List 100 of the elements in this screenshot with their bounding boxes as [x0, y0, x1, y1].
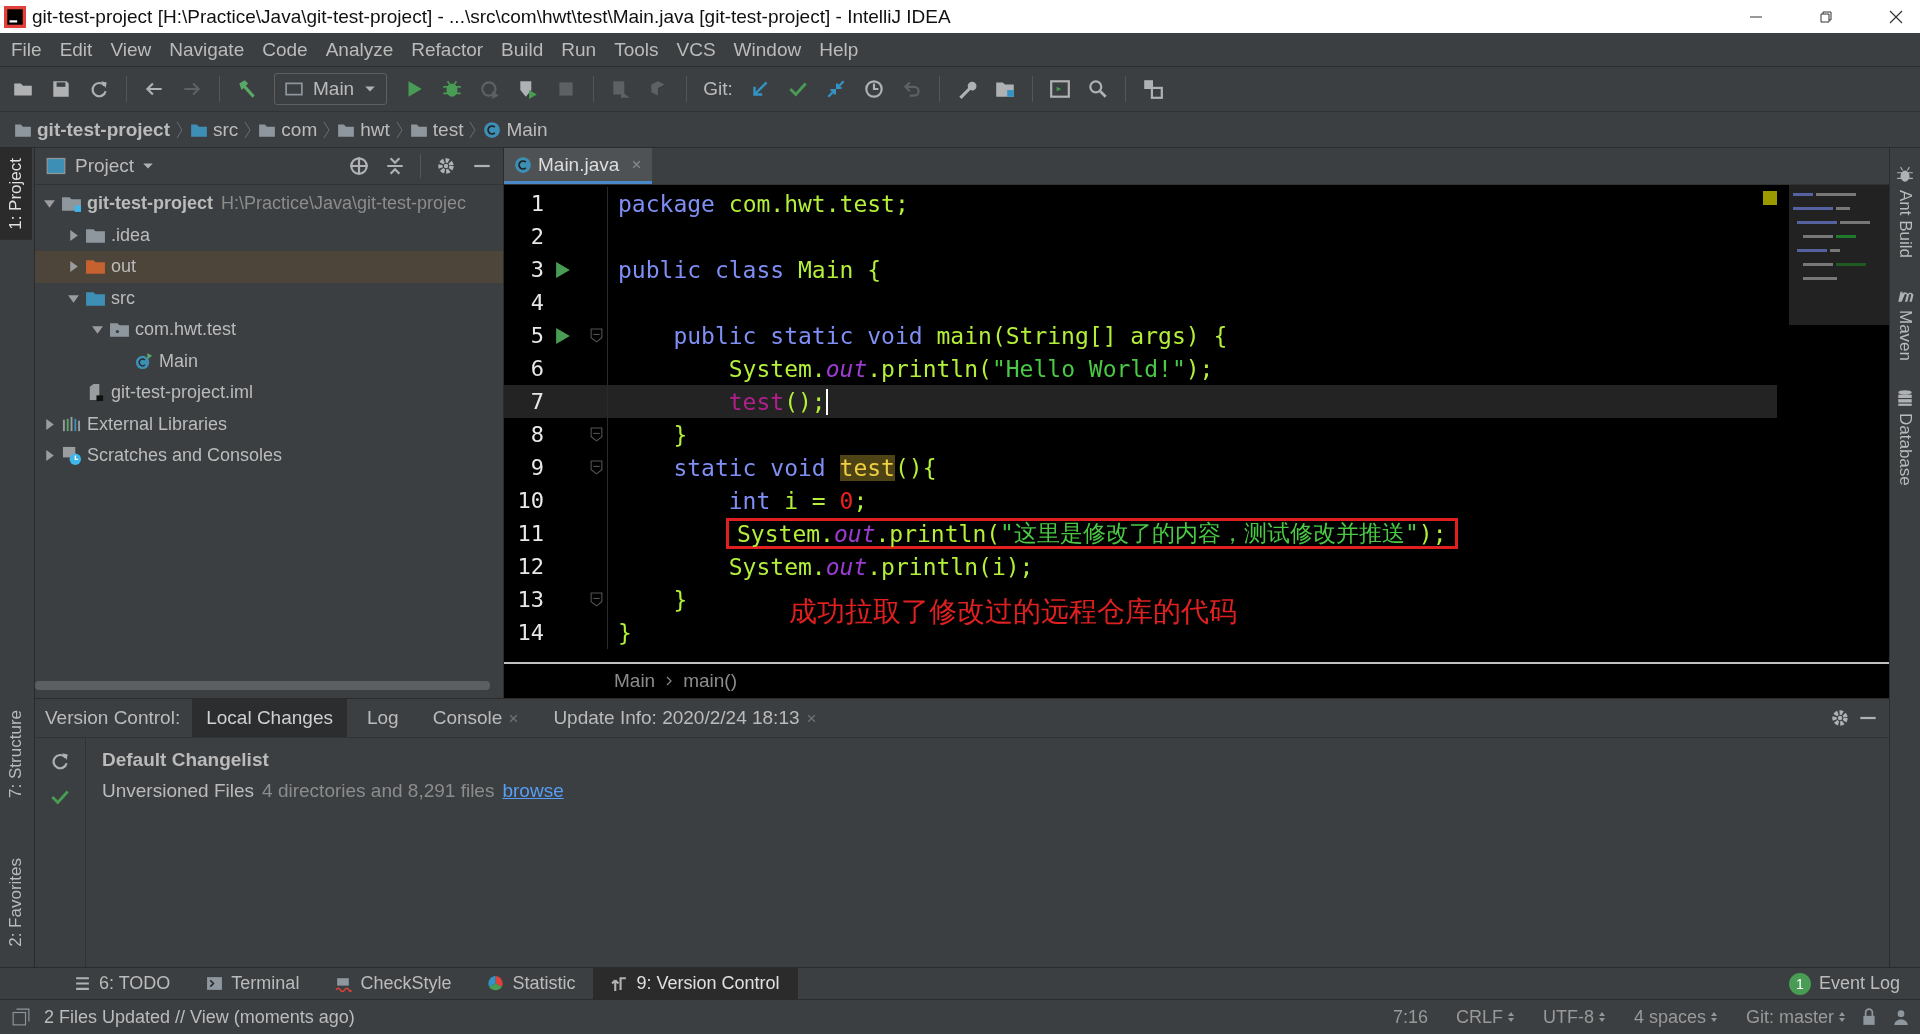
menu-item[interactable]: Build [492, 38, 553, 61]
tool-window-tab[interactable]: 7: Structure [0, 700, 34, 809]
expand-arrow-icon[interactable] [67, 260, 80, 274]
list-icon [74, 975, 91, 992]
breadcrumb-item[interactable]: src [190, 118, 239, 141]
search-icon[interactable] [1086, 78, 1109, 100]
scrollbar-thumb[interactable] [35, 680, 490, 690]
menu-item[interactable]: Analyze [316, 38, 403, 61]
tree-item[interactable]: com.hwt.test [35, 314, 503, 346]
menu-item[interactable]: View [101, 38, 161, 61]
menu-item[interactable]: Run [552, 38, 606, 61]
hammer-icon[interactable] [236, 78, 258, 100]
tree-item[interactable]: src [35, 282, 503, 314]
menu-item[interactable]: Refactor [402, 38, 493, 61]
ant-icon[interactable] [1896, 166, 1914, 184]
line-separator-selector[interactable]: CRLF [1455, 1006, 1515, 1028]
breadcrumb-item[interactable]: com [258, 118, 318, 141]
breadcrumb-item[interactable]: test [409, 118, 464, 141]
branch-selector[interactable]: Git: master [1746, 1006, 1846, 1028]
close-icon[interactable] [1888, 8, 1904, 25]
changelist-name[interactable]: Default Changelist [102, 744, 564, 776]
line-number: 5 [529, 323, 544, 348]
menu-item[interactable]: Navigate [160, 38, 254, 61]
class-icon [133, 351, 154, 371]
line-number: 14 [516, 620, 544, 645]
expand-arrow-icon[interactable] [91, 323, 104, 337]
breadcrumb-item[interactable]: git-test-project [14, 118, 170, 141]
event-log-label[interactable]: Event Log [1818, 973, 1900, 994]
unversioned-files-label[interactable]: Unversioned Files [102, 780, 255, 802]
expand-arrow-icon[interactable] [67, 228, 80, 242]
shield-run-icon[interactable] [517, 78, 540, 100]
caret-position[interactable]: 7:16 [1392, 1006, 1428, 1028]
editor-tab[interactable]: Main.java [504, 148, 653, 184]
collapse-icon[interactable] [384, 155, 406, 177]
tool-window-tab[interactable]: CheckStyle [317, 968, 470, 999]
lock-icon[interactable] [1860, 1008, 1878, 1026]
breadcrumb-item[interactable]: Main [483, 118, 548, 141]
fold-marker-icon[interactable] [590, 592, 603, 607]
settings-icon[interactable] [1829, 707, 1851, 729]
tool-window-tab[interactable]: 2: Favorites [0, 848, 34, 957]
layout-icon[interactable] [1141, 78, 1164, 100]
expand-arrow-icon[interactable] [43, 449, 56, 463]
tree-item[interactable]: Scratches and Consoles [35, 440, 503, 472]
tool-window-tab[interactable]: 9: Version Control [593, 968, 798, 999]
tool-window-tab[interactable]: Database [1895, 413, 1915, 486]
tool-window-tab[interactable]: Maven [1895, 310, 1915, 362]
line-number: 2 [529, 224, 544, 249]
code-text: } [672, 585, 688, 615]
panel-tab[interactable]: Update Info: 2020/2/24 18:13 [539, 699, 831, 737]
menu-item[interactable]: Window [724, 38, 811, 61]
project-view-dropdown[interactable]: Project [45, 155, 155, 177]
database-icon[interactable] [1896, 389, 1914, 408]
line-number: 8 [529, 422, 544, 447]
tree-item[interactable]: git-test-project H:\Practice\Java\git-test-projec [35, 188, 503, 220]
encoding-selector[interactable]: UTF-8 [1542, 1006, 1606, 1028]
tree-item[interactable]: git-test-project.iml [35, 377, 503, 409]
run-configuration-dropdown[interactable]: Main [274, 73, 388, 105]
breadcrumb-item[interactable]: hwt [337, 118, 390, 141]
tool-window-tab[interactable]: Terminal [188, 968, 318, 999]
browse-link[interactable]: browse [502, 780, 564, 802]
window-icon[interactable] [1048, 78, 1071, 100]
person-icon[interactable] [1892, 1008, 1910, 1026]
tree-item[interactable]: Main [35, 345, 503, 377]
status-message[interactable]: 2 Files Updated // View (moments ago) [44, 1006, 355, 1028]
panel-toggle-icon[interactable] [12, 1008, 30, 1026]
menu-item[interactable]: Help [810, 38, 868, 61]
fold-marker-icon[interactable] [590, 427, 603, 442]
tool-window-tab[interactable]: 1: Project [0, 148, 32, 240]
tool-window-tab[interactable]: 6: TODO [56, 968, 189, 999]
restore-icon[interactable] [1818, 8, 1834, 25]
save-icon[interactable] [50, 78, 72, 100]
bug-icon[interactable] [441, 78, 464, 100]
run-gutter-icon[interactable] [556, 327, 570, 344]
panel-tab[interactable]: Local Changes [192, 699, 347, 737]
tool-window-tab[interactable]: Statistic [469, 968, 594, 999]
menu-item[interactable]: Tools [605, 38, 668, 61]
expand-arrow-icon[interactable] [43, 417, 56, 431]
run-gutter-icon[interactable] [556, 261, 570, 278]
menu-item[interactable]: Code [253, 38, 317, 61]
menu-item[interactable]: File [2, 38, 51, 61]
indent-selector[interactable]: 4 spaces [1633, 1006, 1718, 1028]
menu-item[interactable]: VCS [667, 38, 725, 61]
tree-item[interactable]: External Libraries [35, 408, 503, 440]
refresh-icon[interactable] [49, 750, 71, 772]
panel-tab[interactable]: Console [418, 699, 534, 737]
breadcrumb-item[interactable]: Main [614, 670, 656, 692]
tree-item[interactable]: .idea [35, 219, 503, 251]
event-log-button[interactable]: 1 Event Log [1788, 972, 1920, 995]
breadcrumb-item[interactable]: main() [683, 670, 738, 692]
menu-item[interactable]: Edit [50, 38, 102, 61]
clock-icon[interactable] [862, 78, 885, 100]
panel-icon [45, 156, 67, 176]
fold-marker-icon[interactable] [590, 460, 603, 475]
fold-marker-icon[interactable] [590, 328, 603, 343]
settings-icon[interactable] [435, 155, 457, 177]
tool-window-tab[interactable]: Ant Build [1895, 190, 1915, 259]
panel-tab[interactable]: Log [352, 699, 413, 737]
expand-arrow-icon[interactable] [43, 197, 56, 211]
locate-icon[interactable] [348, 155, 370, 177]
tree-item[interactable]: out [35, 251, 503, 283]
